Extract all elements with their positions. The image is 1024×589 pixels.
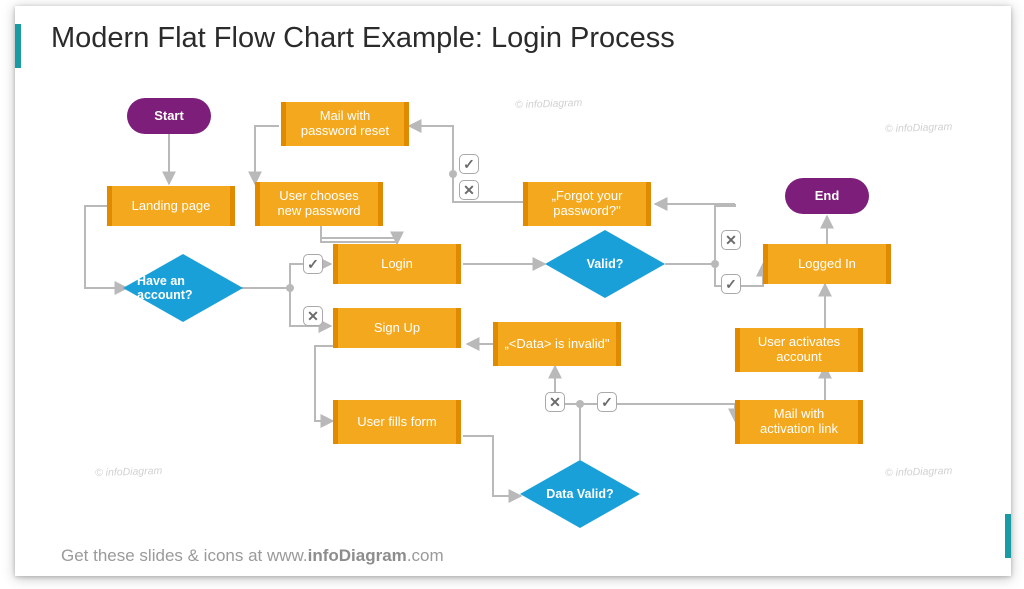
node-forgot-password: „Forgot your password?" — [523, 182, 651, 226]
node-have-account: Have an account? — [123, 254, 243, 322]
node-label: Data Valid? — [546, 487, 613, 501]
node-user-fills: User fills form — [333, 400, 461, 444]
slide-title: Modern Flat Flow Chart Example: Login Pr… — [51, 22, 675, 55]
node-label: Mail with activation link — [746, 407, 852, 437]
node-data-invalid: „<Data> is invalid" — [493, 322, 621, 366]
node-valid: Valid? — [545, 230, 665, 298]
branch-yes-icon: ✓ — [597, 392, 617, 412]
node-label: „<Data> is invalid" — [504, 337, 609, 352]
node-label: User activates account — [746, 335, 852, 365]
watermark: © infoDiagram — [885, 465, 953, 479]
accent-bar-right — [1005, 514, 1011, 558]
branch-yes-icon: ✓ — [303, 254, 323, 274]
node-new-password: User chooses new password — [255, 182, 383, 226]
node-signup: Sign Up — [333, 308, 461, 348]
node-label: End — [815, 189, 840, 204]
node-label: Login — [381, 257, 413, 272]
footer-attribution: Get these slides & icons at www.infoDiag… — [61, 546, 444, 566]
branch-no-icon: ✕ — [545, 392, 565, 412]
footer-brand-bold: infoDiagram — [308, 546, 407, 565]
node-user-activates: User activates account — [735, 328, 863, 372]
branch-no-icon: ✕ — [721, 230, 741, 250]
node-label: Landing page — [132, 199, 211, 214]
node-start: Start — [127, 98, 211, 134]
node-label: User chooses new password — [266, 189, 372, 219]
node-logged-in: Logged In — [763, 244, 891, 284]
branch-yes-icon: ✓ — [459, 154, 479, 174]
watermark: © infoDiagram — [95, 465, 163, 479]
footer-brand-suffix: .com — [407, 546, 444, 565]
node-label: Sign Up — [374, 321, 420, 336]
watermark: © infoDiagram — [515, 97, 583, 111]
node-mail-reset: Mail with password reset — [281, 102, 409, 146]
node-data-valid: Data Valid? — [520, 460, 640, 528]
node-mail-activation: Mail with activation link — [735, 400, 863, 444]
node-label: Valid? — [587, 257, 624, 271]
node-label: „Forgot your password?" — [534, 189, 640, 219]
accent-bar-left — [15, 24, 21, 68]
node-label: Logged In — [798, 257, 856, 272]
slide-frame: Modern Flat Flow Chart Example: Login Pr… — [15, 6, 1011, 576]
node-label: Start — [154, 109, 184, 124]
branch-no-icon: ✕ — [459, 180, 479, 200]
watermark: © infoDiagram — [885, 121, 953, 135]
footer-prefix: Get these slides & icons at — [61, 546, 267, 565]
node-label: User fills form — [357, 415, 436, 430]
node-label: Mail with password reset — [292, 109, 398, 139]
branch-yes-icon: ✓ — [721, 274, 741, 294]
footer-brand-prefix: www. — [267, 546, 308, 565]
branch-no-icon: ✕ — [303, 306, 323, 326]
node-label: Have an account? — [137, 274, 229, 302]
node-login: Login — [333, 244, 461, 284]
node-landing-page: Landing page — [107, 186, 235, 226]
node-end: End — [785, 178, 869, 214]
